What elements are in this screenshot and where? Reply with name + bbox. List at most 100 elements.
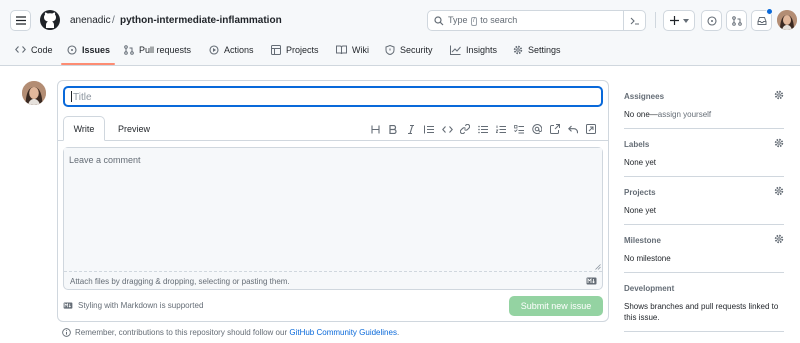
sidebar-projects: Projects None yet (624, 186, 784, 225)
gear-icon[interactable] (774, 138, 784, 148)
repo-owner-link[interactable]: anenadic (70, 15, 111, 26)
bold-icon (389, 124, 397, 134)
projects-value: None yet (624, 206, 657, 215)
development-value: Shows branches and pull requests linked … (624, 302, 779, 322)
issues-button[interactable] (701, 10, 722, 31)
menu-button[interactable] (10, 10, 31, 31)
ordered-list-button[interactable] (492, 122, 510, 136)
issue-opened-icon (706, 15, 717, 26)
header-divider (655, 12, 656, 28)
triangle-down-icon (682, 18, 689, 23)
submit-new-issue-button[interactable]: Submit new issue (509, 296, 603, 316)
projects-heading: Projects (624, 188, 656, 197)
community-guidelines-note: Remember, contributions to this reposito… (62, 328, 399, 337)
labels-heading: Labels (624, 140, 650, 149)
user-avatar[interactable] (777, 10, 797, 30)
code-button[interactable] (438, 122, 456, 136)
list-ordered-icon (496, 125, 506, 133)
heading-button[interactable] (366, 122, 384, 136)
resize-handle-icon[interactable] (595, 264, 601, 270)
tab-projects-label: Projects (286, 45, 319, 55)
tab-actions[interactable]: Actions (209, 45, 254, 67)
comment-box: Leave a comment Attach files by dragging… (63, 147, 603, 290)
comment-textarea[interactable]: Leave a comment (64, 148, 602, 272)
remember-suffix: . (396, 328, 400, 337)
terminal-icon (630, 17, 639, 25)
tab-code[interactable]: Code (15, 45, 53, 67)
italic-button[interactable] (402, 122, 420, 136)
quote-icon (424, 125, 434, 133)
global-header: anenadic / python-intermediate-inflammat… (0, 0, 800, 66)
reference-button[interactable] (546, 122, 564, 136)
tab-settings[interactable]: Settings (513, 45, 561, 67)
markdown-support-text[interactable]: Styling with Markdown is supported (78, 301, 203, 310)
markdown-support-note: Styling with Markdown is supported (63, 301, 203, 310)
octocat-icon (44, 12, 56, 28)
info-icon (62, 328, 71, 337)
notification-indicator (766, 8, 773, 15)
code-icon (15, 46, 26, 53)
mention-button[interactable] (528, 122, 546, 136)
diff-icon (586, 124, 596, 134)
sidebar-divider (624, 176, 784, 177)
markdown-icon (63, 302, 73, 309)
inbox-icon (757, 16, 766, 25)
tab-pull-requests-label: Pull requests (139, 45, 192, 55)
tab-security-label: Security (400, 45, 433, 55)
title-placeholder: Title (73, 92, 92, 103)
attach-files-hint[interactable]: Attach files by dragging & dropping, sel… (70, 277, 290, 286)
create-new-button[interactable] (663, 10, 695, 31)
active-tab-indicator (61, 63, 115, 65)
fullscreen-button[interactable] (582, 122, 600, 136)
gear-icon[interactable] (774, 186, 784, 196)
link-button[interactable] (456, 122, 474, 136)
search-hint-prefix: Type (448, 15, 468, 25)
search-input[interactable]: Type / to search (427, 10, 646, 31)
gear-icon[interactable] (774, 234, 784, 244)
avatar-photo (777, 10, 797, 30)
tab-insights[interactable]: Insights (450, 45, 497, 67)
search-shortcut-key: / (471, 17, 477, 26)
tab-code-label: Code (31, 45, 53, 55)
undo-button[interactable] (564, 122, 582, 136)
assignees-value: No one—assign yourself (624, 109, 784, 120)
community-guidelines-link[interactable]: GitHub Community Guidelines (289, 328, 397, 337)
command-palette-button[interactable] (623, 11, 645, 30)
gear-icon[interactable] (774, 90, 784, 100)
heading-icon (370, 125, 380, 133)
github-logo[interactable] (40, 10, 60, 30)
tab-projects[interactable]: Projects (271, 45, 319, 67)
tab-wiki[interactable]: Wiki (336, 45, 369, 67)
markdown-toolbar (366, 122, 600, 136)
search-hint: Type / to search (448, 15, 517, 26)
sidebar-assignees: Assignees No one—assign yourself (624, 90, 784, 129)
tab-security[interactable]: Security (385, 45, 433, 67)
sidebar-labels: Labels None yet (624, 138, 784, 177)
tab-insights-label: Insights (466, 45, 498, 55)
cross-reference-icon (550, 124, 560, 134)
pull-requests-button[interactable] (726, 10, 747, 31)
milestone-heading: Milestone (624, 236, 661, 245)
unordered-list-button[interactable] (474, 122, 492, 136)
sidebar-milestone: Milestone No milestone (624, 234, 784, 273)
sidebar-divider (624, 331, 784, 332)
assign-yourself-link[interactable]: assign yourself (658, 110, 711, 119)
avatar-photo (22, 81, 46, 105)
repo-name-link[interactable]: python-intermediate-inflammation (120, 15, 282, 26)
write-tab[interactable]: Write (63, 116, 105, 141)
book-icon (336, 45, 347, 55)
title-input[interactable]: Title (63, 86, 603, 107)
quote-button[interactable] (420, 122, 438, 136)
tab-pull-requests[interactable]: Pull requests (124, 45, 191, 67)
task-list-button[interactable] (510, 122, 528, 136)
author-avatar (22, 81, 46, 105)
hamburger-icon (15, 16, 26, 25)
assignees-none: No one— (624, 110, 658, 119)
tab-issues-label: Issues (82, 45, 111, 55)
git-pull-request-icon (124, 45, 134, 55)
bold-button[interactable] (384, 122, 402, 136)
plus-icon (669, 16, 679, 25)
git-pull-request-icon (731, 15, 742, 26)
preview-tab[interactable]: Preview (112, 116, 156, 141)
milestone-value: No milestone (624, 254, 671, 263)
